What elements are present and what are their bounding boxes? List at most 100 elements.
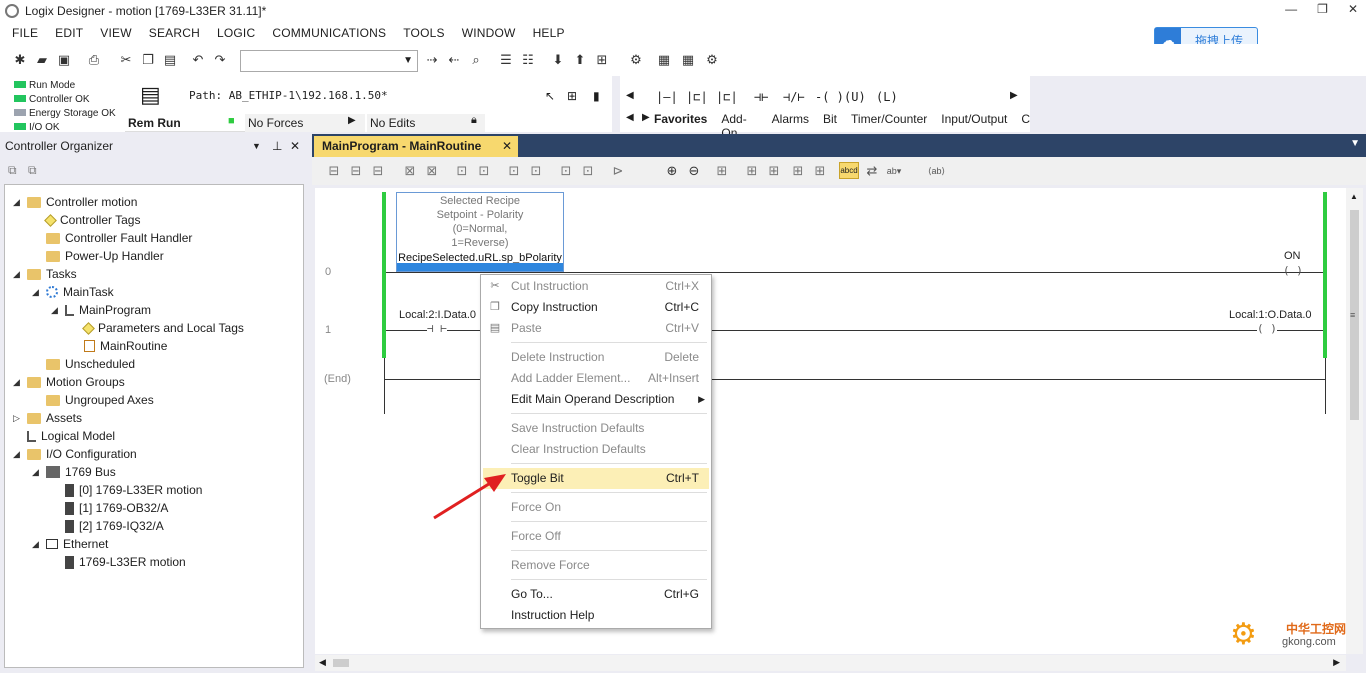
untest-edits-icon[interactable]: ⊡ [528,163,544,179]
tag-monitor-icon[interactable]: ▦ [680,52,696,68]
ote-coil-icon[interactable]: ( ) [1283,264,1303,277]
ote-coil-icon[interactable]: ( ) [1257,322,1277,335]
tree-item[interactable]: [2] 1769-IQ32/A [51,517,164,535]
tree-item[interactable]: Parameters and Local Tags [70,319,244,337]
chevron-down-icon[interactable]: ▼ [252,134,261,158]
jump-icon[interactable]: ⊳ [610,163,626,179]
scroll-up-icon[interactable]: ▲ [1350,192,1358,201]
search-combo[interactable]: ▼ [240,50,418,72]
font-options-icon[interactable]: ab▾ [886,163,902,179]
vertical-scrollbar[interactable]: ▲ ≡ [1346,188,1363,654]
pin-icon[interactable]: ⊥ [272,134,282,158]
menu-tools[interactable]: TOOLS [403,26,444,40]
xic-icon[interactable]: ⊣⊢ [754,90,768,104]
finalize-icon[interactable]: ⊡ [476,163,492,179]
zoom-out-icon[interactable]: ⊖ [686,163,702,179]
tree-item[interactable]: Logical Model [13,427,115,445]
otu-icon[interactable]: (U) [844,90,866,104]
controller-mode[interactable]: Rem Run [125,114,245,132]
tree-item[interactable]: [1] 1769-OB32/A [51,499,168,517]
program-icon-btn[interactable]: ⊞ [594,52,610,68]
tree-item[interactable]: ◢ Controller motion [13,193,137,211]
menu-item-delete-instruction[interactable]: Delete Instruction Delete [483,347,709,368]
menu-item-paste[interactable]: ▤ Paste Ctrl+V [483,318,709,339]
collapse-arrow-icon[interactable]: ◢ [13,193,23,211]
expand-icon[interactable]: ⧉ [28,163,37,178]
collapse-icon[interactable]: ⧉ [8,163,17,178]
xio-icon[interactable]: ⊣/⊢ [783,90,805,104]
redo-icon[interactable]: ↷ [212,52,228,68]
otl-icon[interactable]: (L) [876,90,898,104]
edits-status[interactable]: No Edits [367,114,485,132]
forces-status[interactable]: No Forces [245,114,365,132]
tabs-left-icon[interactable]: ◀ [626,112,634,123]
upload-icon[interactable]: ⬆ [572,52,588,68]
collapse-arrow-icon[interactable]: ◢ [13,373,23,391]
tree-item[interactable]: ◢ Ethernet [32,535,108,553]
rung-icon[interactable]: |—| [656,90,678,104]
collapse-arrow-icon[interactable]: ◢ [32,283,42,301]
tree-item[interactable]: ◢ I/O Configuration [13,445,137,463]
close-icon[interactable]: ✕ [502,136,512,157]
paste-icon[interactable]: ▤ [162,52,178,68]
close-icon[interactable]: ✕ [290,134,300,158]
tree-item[interactable]: ◢ Tasks [13,265,77,283]
rung-1-output-operand[interactable]: Local:1:O.Data.0 [1229,309,1312,321]
tree-item[interactable]: ◢ MainTask [32,283,114,301]
accept-edits-icon[interactable]: ⊟ [348,163,364,179]
comment-view-icon[interactable]: ⊞ [790,163,806,179]
menu-item-instruction-help[interactable]: Instruction Help [483,605,709,626]
copy-icon[interactable]: ❐ [140,52,156,68]
menu-help[interactable]: HELP [533,26,565,40]
settings-icon[interactable]: ⚙ [704,52,720,68]
tabs-right-icon[interactable]: ▶ [642,112,650,123]
ascii-icon[interactable]: ⟨ab⟩ [928,163,945,179]
close-button[interactable]: ✕ [1348,2,1358,16]
toggle-view-icon[interactable]: ⊞ [714,163,730,179]
assemble-icon[interactable]: ⊠ [402,163,418,179]
browse-icon[interactable]: ▦ [656,52,672,68]
accept-test-icon[interactable]: ⊡ [558,163,574,179]
scroll-left-icon[interactable]: ◀ [319,657,326,668]
menu-item-force-off[interactable]: Force Off [483,526,709,547]
menu-communications[interactable]: COMMUNICATIONS [272,26,386,40]
tree-item[interactable]: Controller Tags [32,211,140,229]
menu-item-edit-main-operand-description[interactable]: Edit Main Operand Description ▶ [483,389,709,410]
collapse-arrow-icon[interactable]: ◢ [32,463,42,481]
collapse-arrow-icon[interactable]: ◢ [13,445,23,463]
print-icon[interactable]: ⎙ [86,52,102,68]
verify-routine-icon[interactable]: ☷ [520,52,536,68]
undo-icon[interactable]: ↶ [190,52,206,68]
tree-item[interactable]: ◢ Motion Groups [13,373,125,391]
network-topology-icon[interactable]: ⊞ [567,89,577,103]
tree-item[interactable]: Ungrouped Axes [32,391,154,409]
ote-icon[interactable]: -( ) [815,90,844,104]
palette-scroll-left-icon[interactable]: ◀ [626,90,634,101]
menu-item-go-to[interactable]: Go To... Ctrl+G [483,584,709,605]
tree-item[interactable]: ◢ MainProgram [51,301,151,319]
scrollbar-thumb[interactable] [333,659,349,667]
menu-logic[interactable]: LOGIC [217,26,255,40]
rung-edit-icon[interactable]: ⊟ [326,163,342,179]
collapse-arrow-icon[interactable]: ◢ [13,265,23,283]
menu-search[interactable]: SEARCH [149,26,200,40]
collapse-arrow-icon[interactable]: ◢ [51,301,61,319]
description-toggle-button[interactable]: abcd [839,162,859,179]
format-icon[interactable]: ⇄ [864,163,880,179]
download-icon[interactable]: ⬇ [550,52,566,68]
menu-edit[interactable]: EDIT [55,26,83,40]
save-icon[interactable]: ▣ [56,52,72,68]
pointer-icon[interactable]: ↖ [545,89,555,103]
symbol-view-icon[interactable]: ⊞ [812,163,828,179]
branch-level-icon[interactable]: |⊏| [716,90,738,104]
tree-item[interactable]: Unscheduled [32,355,135,373]
online-tools-icon[interactable]: ⚙ [628,52,644,68]
menu-item-save-instruction-defaults[interactable]: Save Instruction Defaults [483,418,709,439]
selected-instruction[interactable]: Selected Recipe Setpoint - Polarity (0=N… [396,192,564,272]
description-view-icon[interactable]: ⊞ [766,163,782,179]
tree-item[interactable]: 1769-L33ER motion [51,553,186,571]
new-icon[interactable]: ✱ [12,52,28,68]
chevron-down-icon[interactable]: ▼ [1350,138,1360,149]
menu-item-copy-instruction[interactable]: ❐ Copy Instruction Ctrl+C [483,297,709,318]
rung-1-input-operand[interactable]: Local:2:I.Data.0 [399,309,476,321]
